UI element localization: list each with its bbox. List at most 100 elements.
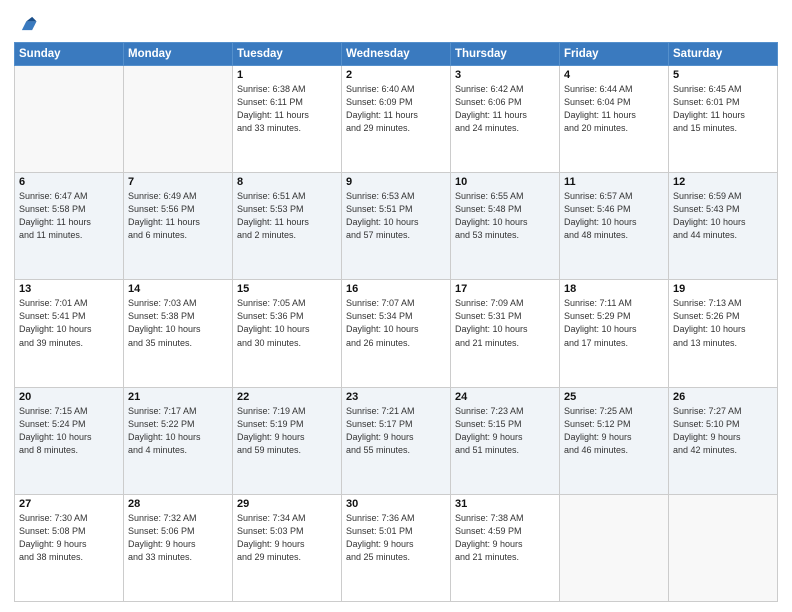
day-detail: Sunrise: 6:49 AM Sunset: 5:56 PM Dayligh… xyxy=(128,190,228,242)
day-cell: 23 Sunrise: 7:21 AM Sunset: 5:17 PM Dayli… xyxy=(342,387,451,494)
calendar-page: SundayMondayTuesdayWednesdayThursdayFrid… xyxy=(0,0,792,612)
day-cell: 25Sunrise: 7:25 AM Sunset: 5:12 PM Dayli… xyxy=(560,387,669,494)
day-number: 12 xyxy=(673,176,773,188)
day-detail: Sunrise: 7:17 AM Sunset: 5:22 PM Dayligh… xyxy=(128,405,228,457)
day-number: 23 xyxy=(346,391,446,403)
weekday-header-friday: Friday xyxy=(560,43,669,66)
day-cell: 19 Sunrise: 7:13 AM Sunset: 5:26 PM Dayli… xyxy=(669,280,778,387)
day-number: 24 xyxy=(455,391,555,403)
weekday-header-sunday: Sunday xyxy=(15,43,124,66)
day-cell: 14Sunrise: 7:03 AM Sunset: 5:38 PM Dayli… xyxy=(124,280,233,387)
day-number: 9 xyxy=(346,176,446,188)
week-row-1: 1 Sunrise: 6:38 AM Sunset: 6:11 PM Daylig… xyxy=(15,66,778,173)
day-cell xyxy=(124,66,233,173)
day-number: 11 xyxy=(564,176,664,188)
day-cell: 3 Sunrise: 6:42 AM Sunset: 6:06 PM Daylig… xyxy=(451,66,560,173)
weekday-header-saturday: Saturday xyxy=(669,43,778,66)
day-cell: 17 Sunrise: 7:09 AM Sunset: 5:31 PM Dayli… xyxy=(451,280,560,387)
day-detail: Sunrise: 7:01 AM Sunset: 5:41 PM Dayligh… xyxy=(19,297,119,349)
day-detail: Sunrise: 7:09 AM Sunset: 5:31 PM Dayligh… xyxy=(455,297,555,349)
day-detail: Sunrise: 6:38 AM Sunset: 6:11 PM Dayligh… xyxy=(237,83,337,135)
day-detail: Sunrise: 6:47 AM Sunset: 5:58 PM Dayligh… xyxy=(19,190,119,242)
weekday-header-wednesday: Wednesday xyxy=(342,43,451,66)
day-detail: Sunrise: 6:51 AM Sunset: 5:53 PM Dayligh… xyxy=(237,190,337,242)
day-number: 15 xyxy=(237,283,337,295)
day-detail: Sunrise: 6:57 AM Sunset: 5:46 PM Dayligh… xyxy=(564,190,664,242)
day-detail: Sunrise: 7:13 AM Sunset: 5:26 PM Dayligh… xyxy=(673,297,773,349)
day-cell: 1 Sunrise: 6:38 AM Sunset: 6:11 PM Daylig… xyxy=(233,66,342,173)
day-detail: Sunrise: 7:30 AM Sunset: 5:08 PM Dayligh… xyxy=(19,512,119,564)
day-number: 10 xyxy=(455,176,555,188)
day-number: 8 xyxy=(237,176,337,188)
day-cell: 4 Sunrise: 6:44 AM Sunset: 6:04 PM Daylig… xyxy=(560,66,669,173)
day-cell xyxy=(15,66,124,173)
day-number: 17 xyxy=(455,283,555,295)
day-number: 25 xyxy=(564,391,664,403)
day-detail: Sunrise: 7:34 AM Sunset: 5:03 PM Dayligh… xyxy=(237,512,337,564)
week-row-5: 27 Sunrise: 7:30 AM Sunset: 5:08 PM Dayli… xyxy=(15,494,778,601)
day-cell: 31 Sunrise: 7:38 AM Sunset: 4:59 PM Dayli… xyxy=(451,494,560,601)
day-cell xyxy=(560,494,669,601)
day-cell: 26 Sunrise: 7:27 AM Sunset: 5:10 PM Dayli… xyxy=(669,387,778,494)
day-detail: Sunrise: 6:44 AM Sunset: 6:04 PM Dayligh… xyxy=(564,83,664,135)
day-number: 26 xyxy=(673,391,773,403)
weekday-header-thursday: Thursday xyxy=(451,43,560,66)
day-cell: 27 Sunrise: 7:30 AM Sunset: 5:08 PM Dayli… xyxy=(15,494,124,601)
day-number: 1 xyxy=(237,69,337,81)
day-number: 7 xyxy=(128,176,228,188)
day-cell xyxy=(669,494,778,601)
day-number: 13 xyxy=(19,283,119,295)
day-number: 22 xyxy=(237,391,337,403)
day-number: 28 xyxy=(128,498,228,510)
week-row-2: 6 Sunrise: 6:47 AM Sunset: 5:58 PM Daylig… xyxy=(15,173,778,280)
day-cell: 6 Sunrise: 6:47 AM Sunset: 5:58 PM Daylig… xyxy=(15,173,124,280)
day-cell: 22 Sunrise: 7:19 AM Sunset: 5:19 PM Dayli… xyxy=(233,387,342,494)
day-number: 31 xyxy=(455,498,555,510)
day-cell: 5Sunrise: 6:45 AM Sunset: 6:01 PM Daylig… xyxy=(669,66,778,173)
day-detail: Sunrise: 7:38 AM Sunset: 4:59 PM Dayligh… xyxy=(455,512,555,564)
day-cell: 18 Sunrise: 7:11 AM Sunset: 5:29 PM Dayli… xyxy=(560,280,669,387)
day-cell: 15 Sunrise: 7:05 AM Sunset: 5:36 PM Dayli… xyxy=(233,280,342,387)
day-cell: 24 Sunrise: 7:23 AM Sunset: 5:15 PM Dayli… xyxy=(451,387,560,494)
day-detail: Sunrise: 7:36 AM Sunset: 5:01 PM Dayligh… xyxy=(346,512,446,564)
day-cell: 13 Sunrise: 7:01 AM Sunset: 5:41 PM Dayli… xyxy=(15,280,124,387)
logo xyxy=(14,14,38,36)
day-detail: Sunrise: 7:32 AM Sunset: 5:06 PM Dayligh… xyxy=(128,512,228,564)
day-cell: 29 Sunrise: 7:34 AM Sunset: 5:03 PM Dayli… xyxy=(233,494,342,601)
day-number: 6 xyxy=(19,176,119,188)
day-number: 21 xyxy=(128,391,228,403)
day-number: 4 xyxy=(564,69,664,81)
day-detail: Sunrise: 7:07 AM Sunset: 5:34 PM Dayligh… xyxy=(346,297,446,349)
day-detail: Sunrise: 6:42 AM Sunset: 6:06 PM Dayligh… xyxy=(455,83,555,135)
day-detail: Sunrise: 7:27 AM Sunset: 5:10 PM Dayligh… xyxy=(673,405,773,457)
day-cell: 30 Sunrise: 7:36 AM Sunset: 5:01 PM Dayli… xyxy=(342,494,451,601)
weekday-header-tuesday: Tuesday xyxy=(233,43,342,66)
day-detail: Sunrise: 7:21 AM Sunset: 5:17 PM Dayligh… xyxy=(346,405,446,457)
day-detail: Sunrise: 6:55 AM Sunset: 5:48 PM Dayligh… xyxy=(455,190,555,242)
day-number: 2 xyxy=(346,69,446,81)
day-number: 18 xyxy=(564,283,664,295)
day-number: 27 xyxy=(19,498,119,510)
day-number: 20 xyxy=(19,391,119,403)
day-detail: Sunrise: 6:53 AM Sunset: 5:51 PM Dayligh… xyxy=(346,190,446,242)
day-number: 5 xyxy=(673,69,773,81)
weekday-header-row: SundayMondayTuesdayWednesdayThursdayFrid… xyxy=(15,43,778,66)
day-number: 29 xyxy=(237,498,337,510)
weekday-header-monday: Monday xyxy=(124,43,233,66)
day-number: 19 xyxy=(673,283,773,295)
day-detail: Sunrise: 7:11 AM Sunset: 5:29 PM Dayligh… xyxy=(564,297,664,349)
day-detail: Sunrise: 6:40 AM Sunset: 6:09 PM Dayligh… xyxy=(346,83,446,135)
day-detail: Sunrise: 7:23 AM Sunset: 5:15 PM Dayligh… xyxy=(455,405,555,457)
header xyxy=(14,10,778,36)
day-cell: 21 Sunrise: 7:17 AM Sunset: 5:22 PM Dayli… xyxy=(124,387,233,494)
day-cell: 2 Sunrise: 6:40 AM Sunset: 6:09 PM Daylig… xyxy=(342,66,451,173)
day-detail: Sunrise: 6:59 AM Sunset: 5:43 PM Dayligh… xyxy=(673,190,773,242)
day-number: 3 xyxy=(455,69,555,81)
week-row-4: 20Sunrise: 7:15 AM Sunset: 5:24 PM Dayli… xyxy=(15,387,778,494)
day-detail: Sunrise: 7:05 AM Sunset: 5:36 PM Dayligh… xyxy=(237,297,337,349)
day-detail: Sunrise: 7:19 AM Sunset: 5:19 PM Dayligh… xyxy=(237,405,337,457)
calendar-table: SundayMondayTuesdayWednesdayThursdayFrid… xyxy=(14,42,778,602)
day-number: 16 xyxy=(346,283,446,295)
day-cell: 11 Sunrise: 6:57 AM Sunset: 5:46 PM Dayli… xyxy=(560,173,669,280)
day-number: 30 xyxy=(346,498,446,510)
